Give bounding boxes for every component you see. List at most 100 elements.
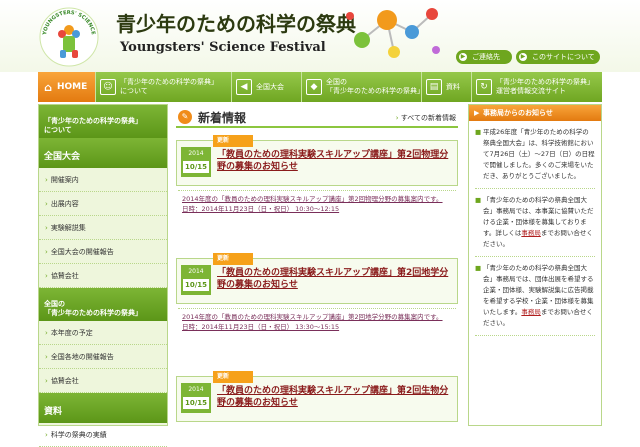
site-header: YOUNGSTERS' SCIENCE FESTIVAL 青少年のための科学の祭… <box>0 0 640 72</box>
sidebar-item-report[interactable]: › 全国大会の開催報告 <box>39 240 167 264</box>
nav-office-label: 「青少年のための科学の祭典」 運営者情報交流サイト <box>496 78 594 95</box>
global-nav: ⌂ HOME ☺ 「青少年のための科学の祭典」 について ◀ 全国大会 ◆ 全国… <box>38 72 602 102</box>
sidebar-item-guide[interactable]: › 開催案内 <box>39 168 167 192</box>
sidebar-fest-heading[interactable]: 全国の 「青少年のための科学の祭典」 <box>39 288 167 321</box>
sidebar-national-heading-label: 全国大会 <box>44 152 81 162</box>
news-body-text[interactable]: 2014年度の「教員のための理科実験スキルアップ講座」第2回地学分野の募集案内で… <box>182 312 454 322</box>
news-item-header: 更新 2014 10/15 「教員のための理科実験スキルアップ講座」第2回生物分… <box>176 371 458 422</box>
sidebar-item-experiments[interactable]: › 実験解説集 <box>39 216 167 240</box>
left-sidebar: 「青少年のための科学の祭典」 について 全国大会 › 開催案内 › 出展内容 › 実験… <box>38 104 168 447</box>
speaker-icon: ◀ <box>236 79 252 95</box>
news-title: 新着情報 <box>198 111 247 125</box>
nav-resources-label: 資料 <box>446 82 460 91</box>
page: YOUNGSTERS' SCIENCE FESTIVAL 青少年のための科学の祭… <box>0 0 640 447</box>
notice-text: 平成26年度「青少年のための科学の祭典全国大会」は、科学技術館において7月26日… <box>483 128 595 180</box>
news-headline-link[interactable]: 「教員のための理科実験スキルアップ講座」第2回地学分野の募集のお知らせ <box>217 267 453 291</box>
office-contact-link[interactable]: 事務局 <box>521 308 541 316</box>
sidebar-item-label: 全国大会の開催報告 <box>50 248 114 256</box>
nav-about-label: 「青少年のための科学の祭典」 について <box>120 78 218 95</box>
arrow-right-icon: › <box>45 353 48 361</box>
nav-national-fest-label: 全国の 「青少年のための科学の祭典」 <box>326 78 424 95</box>
sidebar-item-label: 全国各地の開催報告 <box>50 353 114 361</box>
refresh-icon: ↻ <box>476 79 492 95</box>
office-notices-heading: ▶ 事務局からのお知らせ <box>469 105 601 121</box>
notice-item: ■ 「青少年のための科学の祭典全国大会」事務局では、本事業に協賛いただける企業・… <box>475 195 595 257</box>
about-site-button[interactable]: ▶ このサイトについて <box>516 50 600 64</box>
news-date-line[interactable]: 日時：2014年11月23日（日・祝日） 13:30～15:15 <box>182 322 454 332</box>
sidebar-item-label: 本年度の予定 <box>50 329 93 337</box>
nav-national[interactable]: ◀ 全国大会 <box>232 72 302 102</box>
notice-item: ■ 平成26年度「青少年のための科学の祭典全国大会」は、科学技術館において7月2… <box>475 127 595 189</box>
news-date-year: 2014 <box>188 268 204 275</box>
arrow-right-icon: ▶ <box>519 53 527 61</box>
sidebar-item-fest-sponsors[interactable]: › 協賛会社 <box>39 369 167 393</box>
sidebar-item-label: 協賛会社 <box>50 272 79 280</box>
arrow-right-icon: › <box>45 272 48 280</box>
sidebar-resources-heading[interactable]: 資料 <box>39 393 167 423</box>
bullet-icon: ■ <box>475 264 482 272</box>
news-item: 更新 2014 10/15 「教員のための理科実験スキルアップ講座」第2回地学分… <box>176 253 458 364</box>
festival-logo[interactable]: YOUNGSTERS' SCIENCE FESTIVAL <box>38 6 100 68</box>
site-subtitle: Youngsters' Science Festival <box>120 40 326 55</box>
all-news-link[interactable]: › すべての新着情報 <box>396 113 456 123</box>
nav-national-fest[interactable]: ◆ 全国の 「青少年のための科学の祭典」 <box>302 72 424 102</box>
notice-item: ■ 「青少年のための科学の祭典全国大会」事務局では、団体出展を希望する企業・団体… <box>475 263 595 336</box>
sidebar-item-exhibits[interactable]: › 出展内容 <box>39 192 167 216</box>
nav-resources[interactable]: ▤ 資料 <box>422 72 472 102</box>
news-body: 2014年度の「教員のための理科実験スキルアップ講座」第2回物理分野の募集案内で… <box>182 194 454 214</box>
sidebar-about-heading-label: 「青少年のための科学の祭典」 について <box>44 117 142 134</box>
site-title: 青少年のための科学の祭典 <box>116 12 356 36</box>
divider <box>178 190 456 191</box>
sidebar-item-label: 開催案内 <box>50 176 79 184</box>
sidebar-item-label: 科学の祭典の実績 <box>50 431 107 439</box>
contact-button-label: ご連絡先 <box>472 53 500 61</box>
arrow-right-icon: › <box>45 248 48 256</box>
news-date-line[interactable]: 日時：2014年11月23日（日・祝日） 10:30～12:15 <box>182 204 454 214</box>
nav-about[interactable]: ☺ 「青少年のための科学の祭典」 について <box>96 72 232 102</box>
map-icon: ◆ <box>306 79 322 95</box>
nav-home-label: HOME <box>57 81 88 92</box>
news-item: 更新 2014 10/15 「教員のための理科実験スキルアップ講座」第2回生物分… <box>176 371 458 426</box>
home-icon: ⌂ <box>44 80 52 94</box>
news-headline-link[interactable]: 「教員のための理科実験スキルアップ講座」第2回物理分野の募集のお知らせ <box>217 149 453 173</box>
about-site-button-label: このサイトについて <box>532 53 595 61</box>
contact-button[interactable]: ▶ ご連絡先 <box>456 50 512 64</box>
main-content: ✎ 新着情報 › すべての新着情報 更新 2014 10/15 「教員のための理… <box>176 104 458 426</box>
sidebar-item-regional-report[interactable]: › 全国各地の開催報告 <box>39 345 167 369</box>
news-date-md: 10/15 <box>183 161 209 173</box>
news-headline-link[interactable]: 「教員のための理科実験スキルアップ講座」第2回生物分野の募集のお知らせ <box>217 385 453 409</box>
nav-office[interactable]: ↻ 「青少年のための科学の祭典」 運営者情報交流サイト <box>472 72 602 102</box>
sidebar-item-label: 出展内容 <box>50 200 79 208</box>
sidebar-national-heading[interactable]: 全国大会 <box>39 138 167 168</box>
sidebar-about-heading[interactable]: 「青少年のための科学の祭典」 について <box>39 105 167 138</box>
update-badge: 更新 <box>213 135 253 147</box>
divider <box>178 308 456 309</box>
news-date-md: 10/15 <box>183 397 209 409</box>
sidebar-resources-heading-label: 資料 <box>44 407 63 417</box>
nav-national-label: 全国大会 <box>256 82 284 91</box>
office-notices: ▶ 事務局からのお知らせ ■ 平成26年度「青少年のための科学の祭典全国大会」は… <box>468 104 602 426</box>
news-item-header: 更新 2014 10/15 「教員のための理科実験スキルアップ講座」第2回地学分… <box>176 253 458 304</box>
news-body-text[interactable]: 2014年度の「教員のための理科実験スキルアップ講座」第2回物理分野の募集案内で… <box>182 194 454 204</box>
news-date-year: 2014 <box>188 150 204 157</box>
sidebar-fest-heading-label: 全国の 「青少年のための科学の祭典」 <box>44 300 142 317</box>
arrow-right-icon: › <box>45 377 48 385</box>
sidebar-item-label: 実験解説集 <box>50 224 86 232</box>
sidebar-item-schedule[interactable]: › 本年度の予定 <box>39 321 167 345</box>
sidebar-item-achievements[interactable]: › 科学の祭典の実績 <box>39 423 167 447</box>
sidebar-item-sponsors[interactable]: › 協賛会社 <box>39 264 167 288</box>
update-badge: 更新 <box>213 371 253 383</box>
nav-home[interactable]: ⌂ HOME <box>38 72 96 102</box>
update-badge: 更新 <box>213 253 253 265</box>
molecule-illustration <box>346 8 440 58</box>
news-item-header: 更新 2014 10/15 「教員のための理科実験スキルアップ講座」第2回物理分… <box>176 135 458 186</box>
office-contact-link[interactable]: 事務局 <box>521 229 541 237</box>
news-date: 2014 10/15 <box>181 265 211 295</box>
sidebar-item-label: 協賛会社 <box>50 377 79 385</box>
arrow-right-icon: › <box>45 200 48 208</box>
arrow-right-icon: › <box>45 329 48 337</box>
office-notices-heading-label: 事務局からのお知らせ <box>483 109 553 117</box>
news-header: ✎ 新着情報 › すべての新着情報 <box>176 108 458 128</box>
bullet-icon: ■ <box>475 196 482 204</box>
arrow-right-icon: ▶ <box>474 109 480 117</box>
